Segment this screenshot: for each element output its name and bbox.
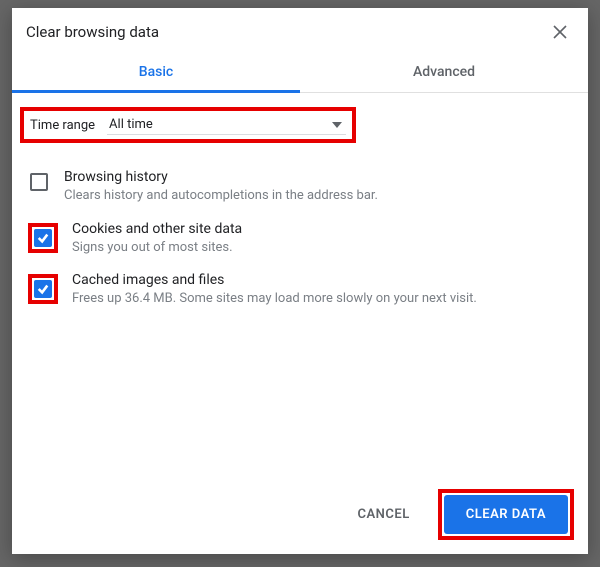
tab-advanced[interactable]: Advanced	[300, 50, 588, 92]
clear-data-highlight: CLEAR DATA	[438, 489, 574, 540]
close-button[interactable]	[550, 22, 570, 42]
dialog-title: Clear browsing data	[26, 23, 550, 41]
option-browsing-history: Browsing history Clears history and auto…	[12, 161, 588, 213]
clear-data-button[interactable]: CLEAR DATA	[444, 495, 568, 534]
option-title: Cached images and files	[72, 272, 572, 288]
cancel-button[interactable]: CANCEL	[339, 497, 427, 532]
time-range-row: Time range All time	[24, 111, 352, 139]
time-range-label: Time range	[30, 118, 95, 133]
option-desc: Clears history and autocompletions in th…	[64, 187, 572, 205]
backdrop: Clear browsing data Basic Advanced Time …	[0, 0, 600, 567]
option-title: Cookies and other site data	[72, 221, 572, 237]
dialog-header: Clear browsing data	[12, 8, 588, 50]
check-icon	[37, 283, 49, 295]
option-text: Cached images and files Frees up 36.4 MB…	[72, 272, 572, 308]
tabs: Basic Advanced	[12, 50, 588, 93]
check-icon	[37, 232, 49, 244]
option-title: Browsing history	[64, 169, 572, 185]
option-text: Browsing history Clears history and auto…	[64, 169, 572, 205]
dialog-content: Time range All time Browsing history Cle…	[12, 93, 588, 475]
tab-basic[interactable]: Basic	[12, 50, 300, 92]
checkbox-wrap-history	[28, 171, 50, 193]
clear-browsing-data-dialog: Clear browsing data Basic Advanced Time …	[12, 8, 588, 554]
option-desc: Frees up 36.4 MB. Some sites may load mo…	[72, 290, 572, 308]
time-range-value: All time	[109, 117, 153, 132]
chevron-down-icon	[332, 117, 342, 132]
checkbox-cookies[interactable]	[34, 229, 52, 247]
time-range-highlight: Time range All time	[20, 107, 356, 143]
close-icon	[553, 25, 567, 39]
option-desc: Signs you out of most sites.	[72, 239, 572, 257]
checkbox-wrap-cache	[28, 274, 58, 304]
time-range-select[interactable]: All time	[107, 115, 346, 135]
dialog-footer: CANCEL CLEAR DATA	[12, 475, 588, 554]
checkbox-cache[interactable]	[34, 280, 52, 298]
checkbox-wrap-cookies	[28, 223, 58, 253]
option-text: Cookies and other site data Signs you ou…	[72, 221, 572, 257]
option-cookies: Cookies and other site data Signs you ou…	[12, 213, 588, 265]
option-cache: Cached images and files Frees up 36.4 MB…	[12, 264, 588, 316]
checkbox-browsing-history[interactable]	[30, 173, 48, 191]
